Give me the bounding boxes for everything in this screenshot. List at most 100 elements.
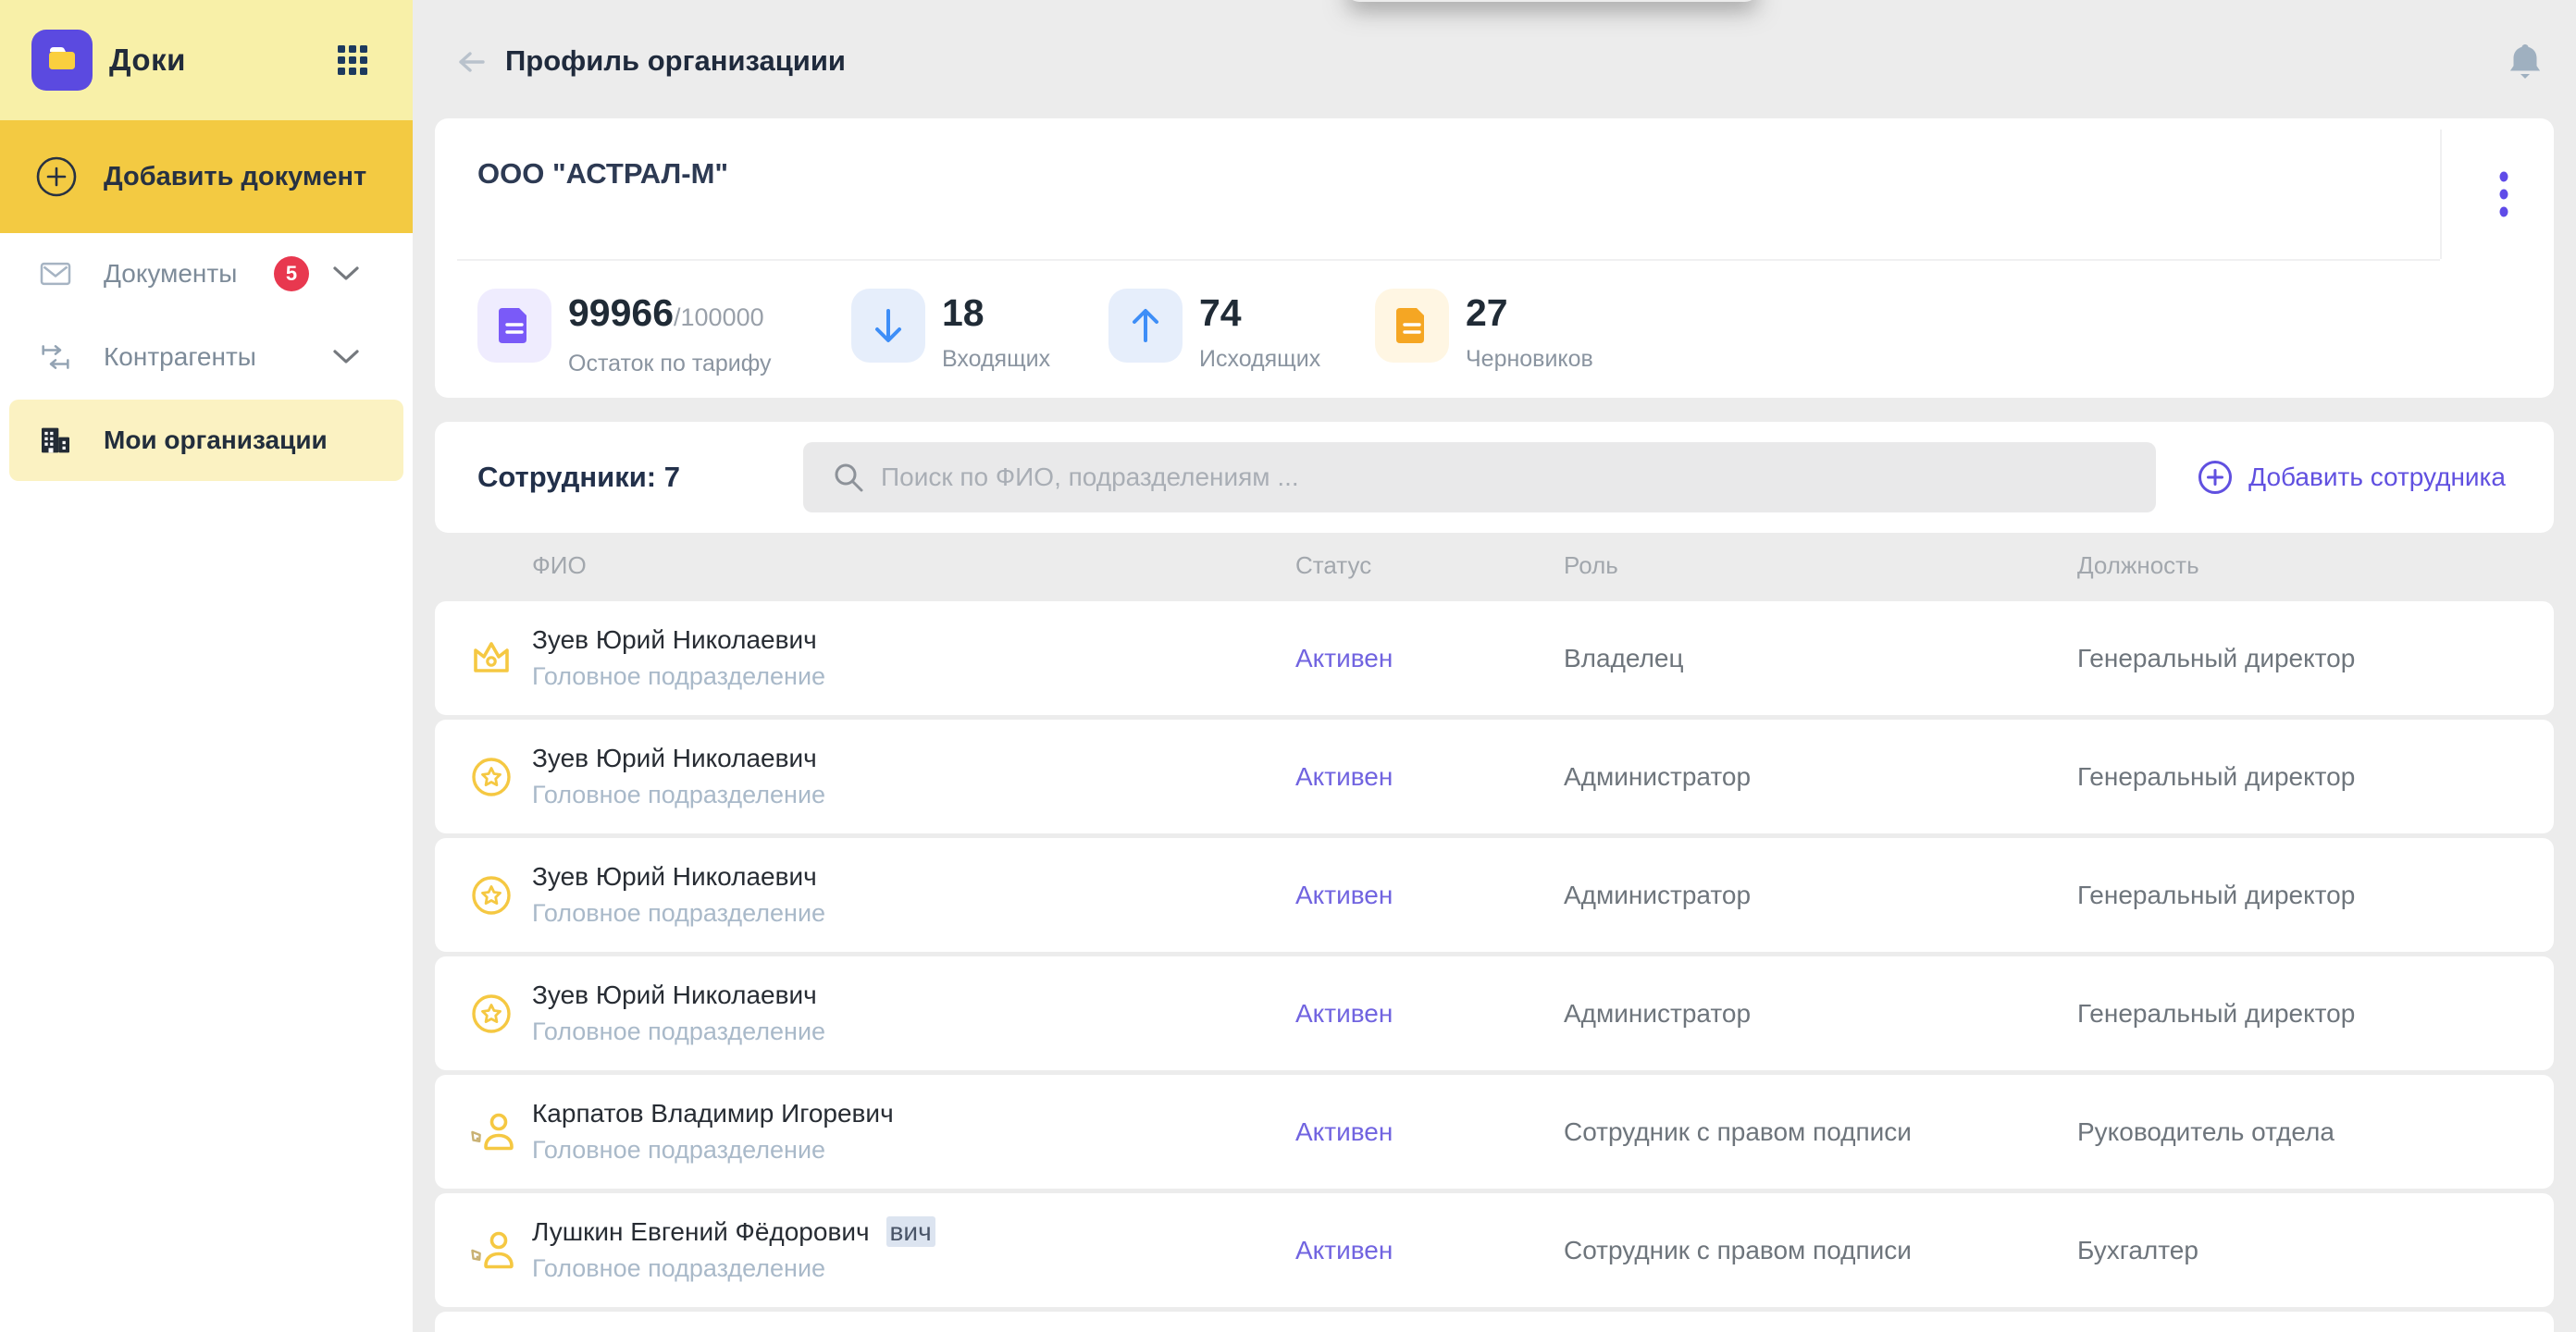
stat-outgoing: 74 Исходящих bbox=[1108, 289, 1320, 373]
table-row-partial bbox=[435, 1312, 2554, 1332]
folder-icon bbox=[43, 40, 80, 81]
apps-grid-icon[interactable] bbox=[335, 43, 370, 78]
table-row[interactable]: Зуев Юрий Николаевич Головное подразделе… bbox=[435, 720, 2554, 833]
table-row[interactable]: Карпатов Владимир Игоревич Головное подр… bbox=[435, 1075, 2554, 1189]
stat-suffix: /100000 bbox=[674, 303, 764, 331]
employee-department: Головное подразделение bbox=[532, 662, 825, 691]
employee-name: Лушкин Евгений Фёдорович bbox=[532, 1217, 870, 1246]
chevron-down-icon[interactable] bbox=[331, 348, 361, 366]
employee-position: Генеральный директор bbox=[2077, 999, 2355, 1029]
column-header-role: Роль bbox=[1564, 551, 1618, 580]
employee-role: Сотрудник с правом подписи bbox=[1564, 1117, 1912, 1147]
notifications-bell-icon[interactable] bbox=[2504, 39, 2546, 85]
employee-role: Администратор bbox=[1564, 999, 1751, 1029]
employee-department: Головное подразделение bbox=[532, 1254, 825, 1283]
crown-icon bbox=[467, 635, 515, 683]
sidebar: Доки Добавить документ bbox=[0, 0, 413, 1332]
signer-person-icon bbox=[467, 1227, 515, 1275]
employee-department: Головное подразделение bbox=[532, 1018, 825, 1046]
add-employee-button[interactable]: Добавить сотрудника bbox=[2197, 422, 2506, 533]
stat-tariff: 99966/100000 Остаток по тарифу bbox=[477, 289, 772, 377]
column-header-status: Статус bbox=[1295, 551, 1371, 580]
employee-status: Активен bbox=[1295, 881, 1393, 910]
employees-panel: Сотрудники: 7 Добавить сотрудника bbox=[435, 422, 2554, 533]
employee-department: Головное подразделение bbox=[532, 1136, 825, 1165]
employee-role: Администратор bbox=[1564, 881, 1751, 910]
employee-status: Активен bbox=[1295, 762, 1393, 792]
stat-label: Остаток по тарифу bbox=[568, 351, 772, 377]
page-title: Профиль организациии bbox=[505, 44, 846, 78]
ghost-text: вич bbox=[886, 1216, 935, 1247]
employee-status: Активен bbox=[1295, 1117, 1393, 1147]
employee-name: Зуев Юрий Николаевич bbox=[532, 980, 817, 1009]
envelope-icon bbox=[37, 255, 74, 292]
star-circle-icon bbox=[467, 871, 515, 919]
card-divider bbox=[457, 259, 2440, 261]
sidebar-item-counterparties[interactable]: Контрагенты bbox=[0, 322, 413, 392]
stat-drafts: 27 Черновиков bbox=[1375, 289, 1593, 373]
table-row[interactable]: Зуев Юрий Николаевич Головное подразделе… bbox=[435, 838, 2554, 952]
add-document-button[interactable]: Добавить документ bbox=[0, 120, 413, 233]
employee-position: Генеральный директор bbox=[2077, 881, 2355, 910]
employee-position: Руководитель отдела bbox=[2077, 1117, 2334, 1147]
sidebar-item-label: Контрагенты bbox=[104, 342, 256, 372]
document-icon bbox=[477, 289, 551, 363]
transfer-icon bbox=[37, 339, 74, 376]
column-header-position: Должность bbox=[2077, 551, 2199, 580]
chevron-down-icon[interactable] bbox=[331, 265, 361, 283]
employee-status: Активен bbox=[1295, 644, 1393, 673]
star-circle-icon bbox=[467, 990, 515, 1038]
employee-role: Администратор bbox=[1564, 762, 1751, 792]
plus-circle-icon bbox=[35, 155, 78, 198]
search-input[interactable] bbox=[881, 442, 2156, 512]
stat-value: 74 bbox=[1199, 291, 1242, 334]
employee-position: Бухгалтер bbox=[2077, 1236, 2198, 1265]
arrow-down-icon bbox=[851, 289, 925, 363]
employee-status: Активен bbox=[1295, 999, 1393, 1029]
sidebar-item-label: Мои организации bbox=[104, 426, 328, 455]
employee-search[interactable] bbox=[803, 442, 2156, 512]
organization-card: ООО "АСТРАЛ-М" 99966/100000 Остаток по т… bbox=[435, 118, 2554, 398]
employee-status: Активен bbox=[1295, 1236, 1393, 1265]
stat-label: Черновиков bbox=[1466, 346, 1593, 373]
card-vertical-divider bbox=[2440, 130, 2442, 259]
back-arrow-icon[interactable] bbox=[452, 43, 490, 81]
search-icon bbox=[833, 462, 864, 493]
stat-label: Исходящих bbox=[1199, 346, 1320, 373]
employee-name: Карпатов Владимир Игоревич bbox=[532, 1099, 894, 1128]
app-name: Доки bbox=[109, 0, 186, 120]
signer-person-icon bbox=[467, 1108, 515, 1156]
sidebar-logo-band: Доки bbox=[0, 0, 413, 120]
documents-badge: 5 bbox=[274, 256, 309, 291]
top-shadow bbox=[1346, 0, 1758, 2]
organization-name: ООО "АСТРАЛ-М" bbox=[477, 157, 728, 191]
building-icon bbox=[37, 422, 74, 459]
add-document-label: Добавить документ bbox=[104, 162, 366, 192]
add-employee-label: Добавить сотрудника bbox=[2248, 462, 2506, 492]
employee-role: Сотрудник с правом подписи bbox=[1564, 1236, 1912, 1265]
sidebar-item-label: Документы bbox=[104, 259, 237, 289]
sidebar-item-documents[interactable]: Документы 5 bbox=[0, 239, 413, 309]
kebab-menu-icon[interactable] bbox=[2474, 165, 2533, 224]
column-header-fio: ФИО bbox=[532, 551, 587, 580]
employees-count-title: Сотрудники: 7 bbox=[477, 422, 680, 533]
document-icon bbox=[1375, 289, 1449, 363]
employee-name: Зуев Юрий Николаевич bbox=[532, 744, 817, 772]
employee-position: Генеральный директор bbox=[2077, 762, 2355, 792]
employee-position: Генеральный директор bbox=[2077, 644, 2355, 673]
star-circle-icon bbox=[467, 753, 515, 801]
stat-value: 18 bbox=[942, 291, 985, 334]
table-row[interactable]: Лушкин Евгений Фёдорович вич Головное под… bbox=[435, 1193, 2554, 1307]
employee-department: Головное подразделение bbox=[532, 781, 825, 809]
stat-value: 99966 bbox=[568, 291, 674, 334]
app-screen: Доки Добавить документ bbox=[0, 0, 2576, 1332]
table-row[interactable]: Зуев Юрий Николаевич Головное подразделе… bbox=[435, 601, 2554, 715]
sidebar-item-my-organizations[interactable]: Мои организации bbox=[0, 400, 413, 481]
arrow-up-icon bbox=[1108, 289, 1183, 363]
table-row[interactable]: Зуев Юрий Николаевич Головное подразделе… bbox=[435, 956, 2554, 1070]
stat-value: 27 bbox=[1466, 291, 1508, 334]
app-logo[interactable] bbox=[31, 30, 93, 91]
employee-name: Зуев Юрий Николаевич bbox=[532, 625, 817, 654]
employee-department: Головное подразделение bbox=[532, 899, 825, 928]
stat-incoming: 18 Входящих bbox=[851, 289, 1050, 373]
